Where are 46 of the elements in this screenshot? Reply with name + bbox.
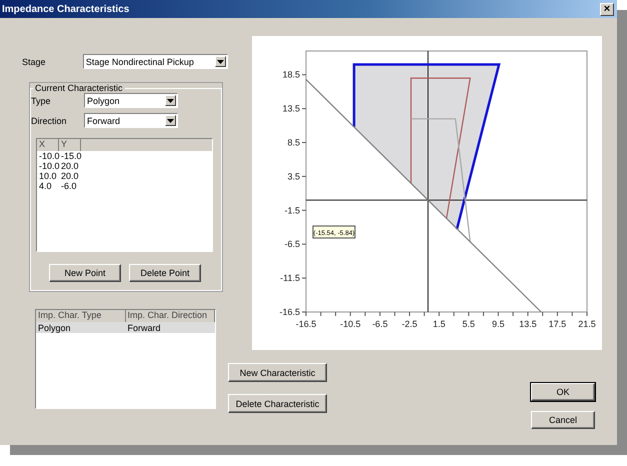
- y-tick-label: 18.5: [282, 70, 300, 80]
- table-cell-text: 20.0: [60, 171, 80, 181]
- point-button[interactable]: New Point: [49, 264, 121, 282]
- y-tick-label: -16.5: [279, 307, 300, 317]
- cancel-button[interactable]: Cancel: [531, 411, 595, 429]
- field-label: Direction: [31, 116, 68, 126]
- x-tick-label: -10.5: [340, 319, 361, 329]
- y-tick-label: -11.5: [280, 273, 300, 284]
- table-cell-text: Polygon: [37, 322, 72, 332]
- y-tick-label: -1.5: [284, 205, 300, 216]
- column-header[interactable]: Y: [59, 139, 81, 151]
- field-label: Type: [31, 96, 52, 106]
- list-row[interactable]: Polygon Forward: [36, 322, 215, 333]
- y-tick-label: 8.5: [287, 138, 300, 148]
- point-button[interactable]: Delete Point: [129, 264, 201, 282]
- table-cell-text: Forward: [126, 322, 162, 332]
- table-cell-text: -10.0: [38, 161, 59, 171]
- x-tick-label: -16.5: [296, 319, 316, 329]
- y-tick-label: 3.5: [287, 171, 300, 182]
- table-cell-text: 4.0: [38, 181, 53, 191]
- stage-dropdown[interactable]: Stage Nondirectinal Pickup: [82, 54, 228, 69]
- dropdown-field[interactable]: Polygon: [84, 93, 178, 108]
- x-tick-label: 17.5: [548, 319, 566, 329]
- x-tick-label: -6.5: [372, 319, 388, 329]
- characteristic-button[interactable]: New Characteristic: [228, 363, 327, 382]
- x-tick-label: 13.5: [519, 319, 537, 329]
- characteristic-button[interactable]: Delete Characteristic: [228, 394, 327, 413]
- y-tick-label: -6.5: [284, 239, 300, 250]
- table-cell-text: -10.0: [38, 151, 59, 161]
- table-cell-text: -15.0: [60, 151, 81, 161]
- group-title: Current Characteristic: [34, 83, 124, 93]
- x-tick-label: -2.5: [402, 319, 418, 329]
- column-header[interactable]: X: [37, 139, 59, 151]
- ok-button[interactable]: OK: [531, 383, 595, 401]
- x-tick-label: 9.5: [492, 319, 505, 329]
- table-cell-text: 20.0: [60, 161, 80, 171]
- table-cell-text: 10.0: [38, 171, 58, 181]
- stage-label: Stage: [22, 56, 47, 66]
- table-cell-text: -6.0: [60, 181, 78, 191]
- x-tick-label: 21.5: [578, 319, 596, 329]
- dropdown-field[interactable]: Forward: [84, 113, 178, 128]
- y-tick-label: 13.5: [282, 104, 300, 114]
- x-tick-label: 5.5: [462, 319, 475, 329]
- window-title: Impedance Characteristics: [2, 4, 130, 14]
- close-button[interactable]: ×: [600, 2, 614, 16]
- x-tick-label: 1.5: [432, 319, 446, 329]
